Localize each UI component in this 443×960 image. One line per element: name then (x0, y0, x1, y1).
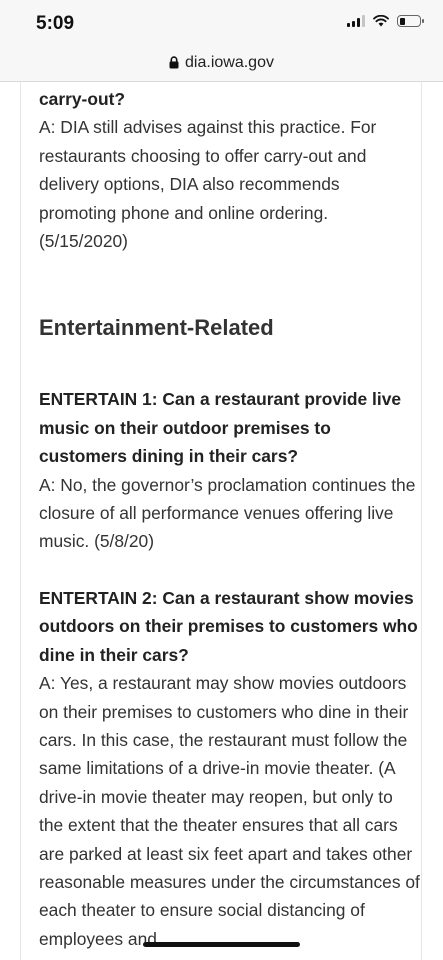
page-content: carry-out? A: DIA still advises against … (20, 82, 422, 960)
faq-answer: A: Yes, a restaurant may show movies out… (39, 673, 420, 949)
faq-question: ENTERTAIN 2: Can a restaurant show movie… (39, 587, 418, 665)
battery-icon (397, 15, 424, 27)
faq-answer: A: No, the governor’s proclamation conti… (39, 474, 416, 552)
home-indicator[interactable] (143, 942, 300, 947)
wifi-icon (373, 15, 389, 27)
faq-question: ENTERTAIN 1: Can a restaurant provide li… (39, 389, 402, 467)
status-time: 5:09 (36, 13, 75, 34)
status-bar: 5:09 (0, 0, 443, 44)
section-heading: Entertainment-Related (39, 315, 274, 341)
url-text: dia.iowa.gov (185, 53, 274, 71)
cellular-signal-icon (347, 15, 365, 27)
address-bar[interactable]: dia.iowa.gov (0, 44, 443, 82)
battery-level (399, 17, 405, 25)
status-icons (347, 15, 424, 27)
previous-question-tail: carry-out? (39, 89, 126, 109)
previous-answer: A: DIA still advises against this practi… (39, 117, 377, 252)
lock-icon (169, 56, 179, 69)
